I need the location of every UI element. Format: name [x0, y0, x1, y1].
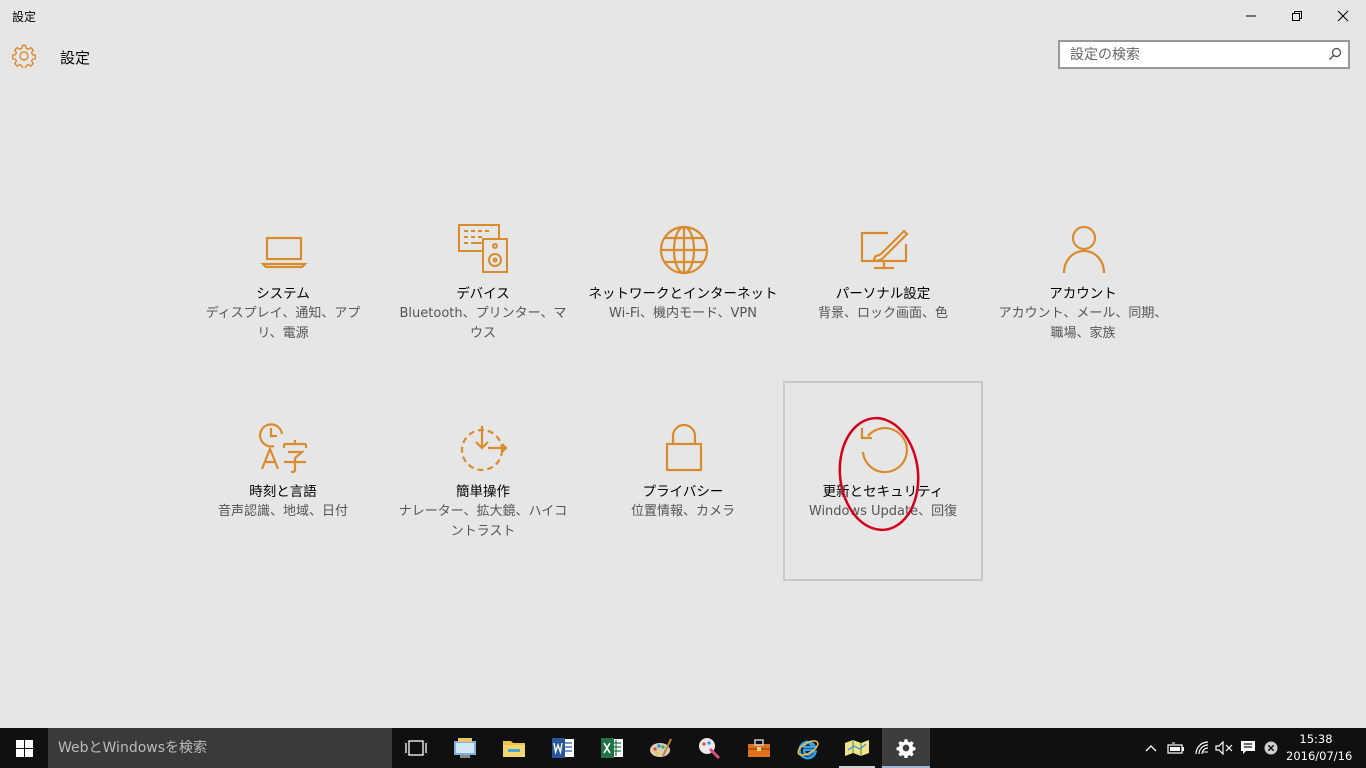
tile-title: デバイス: [456, 286, 510, 302]
time-language-icon: [259, 423, 308, 474]
word-app-icon: [552, 738, 574, 758]
tile-description: ナレーター、拡大鏡、ハイコントラスト: [398, 504, 568, 539]
task-view-button[interactable]: [392, 728, 440, 768]
gear-icon: [12, 44, 36, 68]
tile-ease-of-access[interactable]: 簡単操作 ナレーター、拡大鏡、ハイコントラスト: [384, 382, 582, 580]
tile-update-security[interactable]: 更新とセキュリティ Windows Update、回復: [783, 381, 983, 581]
tile-description: Bluetooth、プリンター、マウス: [399, 306, 567, 341]
laptop-icon: [260, 236, 308, 269]
ease-of-access-icon: [460, 426, 508, 472]
clock-date: 2016/07/16: [1286, 749, 1353, 763]
tile-accounts[interactable]: アカウント アカウント、メール、同期、職場、家族: [984, 184, 1182, 382]
tray-volume[interactable]: [1212, 728, 1236, 768]
close-button[interactable]: [1320, 0, 1366, 32]
task-view-icon: [405, 740, 427, 756]
restore-icon: [1292, 11, 1302, 21]
tile-title: プライバシー: [642, 484, 724, 500]
map-app-icon: [845, 740, 869, 756]
tray-close-indicator[interactable]: [1260, 728, 1282, 768]
tile-description: 音声認識、地域、日付: [217, 504, 348, 519]
personalization-icon: [860, 229, 909, 270]
restore-button[interactable]: [1274, 0, 1320, 32]
clock-time: 15:38: [1299, 732, 1333, 746]
tile-time-language[interactable]: 時刻と言語 音声認識、地域、日付: [184, 382, 382, 580]
search-icon[interactable]: [1328, 47, 1342, 61]
excel-app-icon: [601, 738, 623, 758]
tile-title: システム: [256, 286, 310, 302]
windows-logo-icon: [15, 739, 33, 757]
tile-description: Windows Update、回復: [808, 504, 958, 519]
tile-title: 時刻と言語: [249, 484, 317, 500]
window-title: 設定: [12, 10, 37, 24]
toolbox-app-icon: [748, 739, 770, 757]
minimize-button[interactable]: [1228, 0, 1274, 32]
paint-app-icon: [650, 738, 672, 757]
tray-battery[interactable]: [1164, 728, 1188, 768]
tile-privacy[interactable]: プライバシー 位置情報、カメラ: [584, 382, 782, 580]
tile-description: ディスプレイ、通知、アプリ、電源: [205, 306, 361, 341]
tray-network[interactable]: [1190, 728, 1214, 768]
tile-description: 背景、ロック画面、色: [817, 306, 948, 321]
settings-search-box[interactable]: [1058, 40, 1350, 69]
taskbar-app-map[interactable]: [833, 728, 881, 768]
tile-network[interactable]: ネットワークとインターネット Wi-Fi、機内モード、VPN: [584, 184, 782, 382]
taskbar-app-notepad[interactable]: [441, 728, 489, 768]
title-bar: 設定: [0, 0, 1366, 32]
brush-app-icon: [699, 738, 721, 759]
tile-personalization[interactable]: パーソナル設定 背景、ロック画面、色: [784, 184, 982, 382]
tile-title: パーソナル設定: [835, 286, 931, 302]
internet-explorer-icon: [797, 740, 819, 760]
taskbar-app-internet-explorer[interactable]: [784, 728, 832, 768]
tile-title: アカウント: [1049, 286, 1117, 302]
settings-gear-icon: [896, 739, 916, 758]
circle-x-icon: [1264, 741, 1278, 755]
minimize-icon: [1246, 15, 1256, 17]
tray-action-center[interactable]: [1236, 728, 1260, 768]
volume-muted-icon: [1215, 741, 1233, 755]
wifi-icon: [1195, 741, 1209, 755]
tile-description: 位置情報、カメラ: [630, 504, 735, 519]
devices-icon: [458, 224, 508, 273]
globe-icon: [659, 225, 709, 275]
tile-devices[interactable]: デバイス Bluetooth、プリンター、マウス: [384, 184, 582, 382]
page-title: 設定: [60, 49, 91, 67]
folder-icon: [503, 741, 525, 757]
taskbar-app-settings[interactable]: [882, 728, 930, 768]
close-icon: [1337, 10, 1349, 22]
taskbar-clock[interactable]: 15:38 2016/07/16: [1286, 731, 1353, 765]
taskbar: 15:38 2016/07/16: [0, 728, 1366, 768]
taskbar-search-box[interactable]: [48, 728, 392, 768]
tile-title: ネットワークとインターネット: [588, 286, 778, 302]
tile-title: 簡単操作: [456, 484, 510, 500]
taskbar-app-paint[interactable]: [637, 728, 685, 768]
chevron-up-icon: [1145, 745, 1157, 752]
tile-title: 更新とセキュリティ: [822, 484, 944, 500]
taskbar-app-file-explorer[interactable]: [490, 728, 538, 768]
notepad-app-icon: [454, 738, 476, 758]
settings-header: 設定: [0, 36, 600, 76]
person-icon: [1062, 225, 1106, 274]
tile-description: Wi-Fi、機内モード、VPN: [609, 306, 757, 321]
battery-icon: [1167, 742, 1184, 754]
show-hidden-icons-button[interactable]: [1141, 728, 1161, 768]
start-button[interactable]: [0, 728, 48, 768]
update-icon: [860, 426, 908, 474]
taskbar-app-paint-tool[interactable]: [686, 728, 734, 768]
taskbar-app-excel[interactable]: [588, 728, 636, 768]
taskbar-search-input[interactable]: [48, 728, 392, 768]
settings-search-input[interactable]: [1060, 42, 1340, 67]
tile-system[interactable]: システム ディスプレイ、通知、アプリ、電源: [184, 184, 382, 382]
lock-icon: [665, 423, 703, 472]
tile-description: アカウント、メール、同期、職場、家族: [998, 306, 1168, 341]
taskbar-app-word[interactable]: [539, 728, 587, 768]
notification-icon: [1241, 741, 1255, 754]
taskbar-app-toolbox[interactable]: [735, 728, 783, 768]
